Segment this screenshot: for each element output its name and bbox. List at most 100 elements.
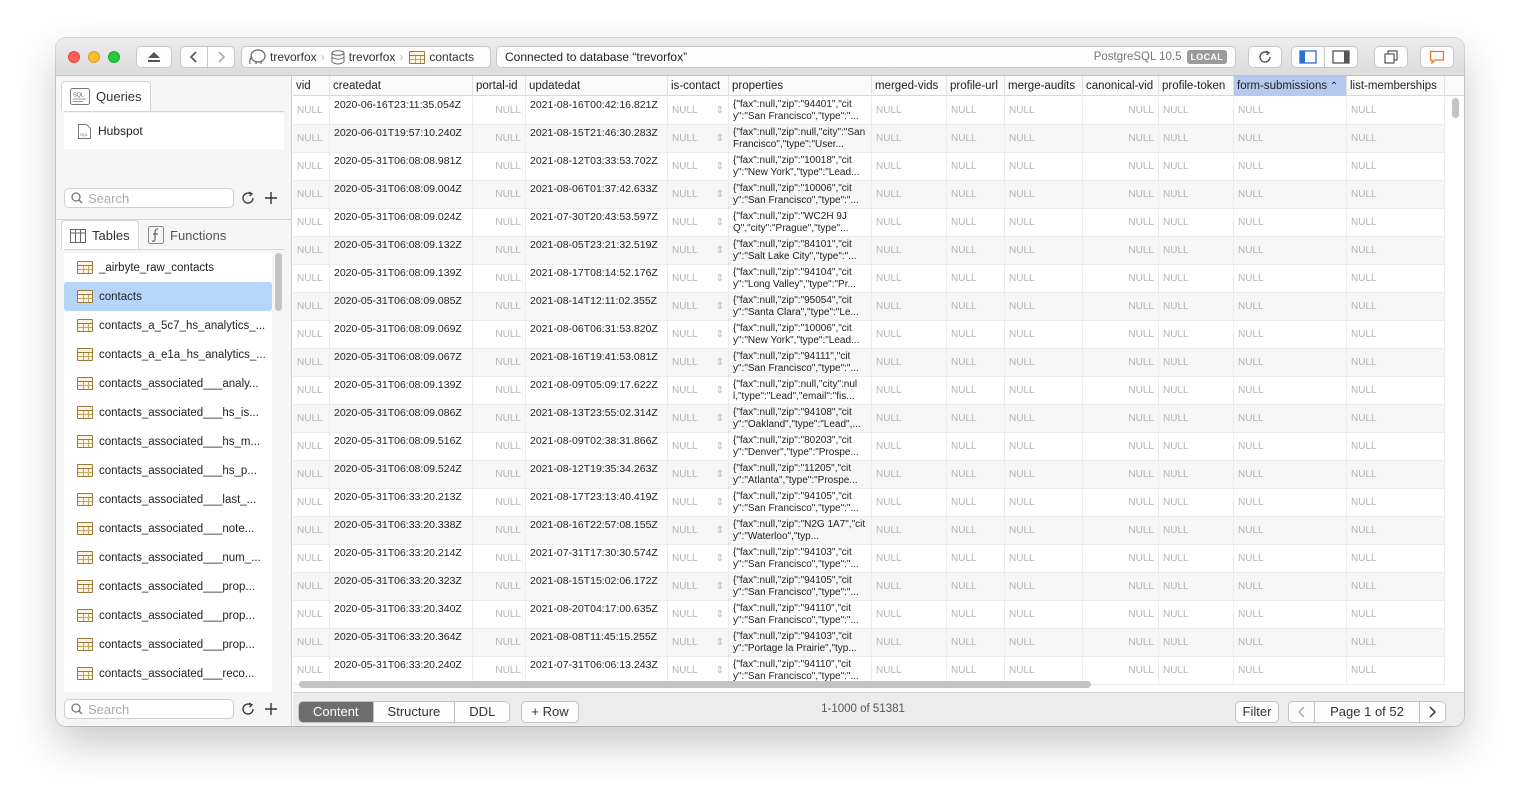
table-list-item[interactable]: contacts_associated___prop...	[64, 572, 272, 601]
cell-list-memberships[interactable]: NULL	[1347, 517, 1445, 545]
cell-list-memberships[interactable]: NULL	[1347, 461, 1445, 489]
cell-portal-id[interactable]: NULL	[473, 461, 526, 489]
cell-updatedat[interactable]: 2021-08-17T23:13:40.419Z	[526, 489, 668, 517]
cell-list-memberships[interactable]: NULL	[1347, 209, 1445, 237]
sidebar-scrollbar[interactable]	[275, 253, 282, 311]
cell-createdat[interactable]: 2020-05-31T06:33:20.338Z	[330, 517, 473, 545]
add-table-icon[interactable]	[264, 702, 278, 716]
cell-profile-url[interactable]: NULL	[947, 237, 1005, 265]
cell-merge-audits[interactable]: NULL	[1005, 461, 1083, 489]
cell-canonical-vid[interactable]: NULL	[1083, 97, 1159, 125]
cell-createdat[interactable]: 2020-05-31T06:33:20.340Z	[330, 601, 473, 629]
add-query-icon[interactable]	[264, 191, 278, 205]
cell-merge-audits[interactable]: NULL	[1005, 237, 1083, 265]
cell-portal-id[interactable]: NULL	[473, 265, 526, 293]
cell-merge-audits[interactable]: NULL	[1005, 545, 1083, 573]
cell-form-submissions[interactable]: NULL	[1234, 517, 1347, 545]
cell-updatedat[interactable]: 2021-08-15T15:02:06.172Z	[526, 573, 668, 601]
cell-merge-audits[interactable]: NULL	[1005, 97, 1083, 125]
cell-merge-audits[interactable]: NULL	[1005, 293, 1083, 321]
cell-createdat[interactable]: 2020-05-31T06:08:09.139Z	[330, 265, 473, 293]
cell-profile-url[interactable]: NULL	[947, 125, 1005, 153]
breadcrumb-database[interactable]: trevorfox	[325, 46, 400, 68]
cell-portal-id[interactable]: NULL	[473, 573, 526, 601]
cell-createdat[interactable]: 2020-05-31T06:08:09.085Z	[330, 293, 473, 321]
column-header-merged-vids[interactable]: merged-vids	[872, 76, 947, 96]
cell-vid[interactable]: NULL	[293, 545, 330, 573]
table-row[interactable]: NULL 2020-05-31T06:33:20.338Z NULL 2021-08-…	[293, 517, 1445, 545]
table-row[interactable]: NULL 2020-05-31T06:33:20.364Z NULL 2021-08-…	[293, 629, 1445, 657]
tab-content[interactable]: Content	[299, 702, 374, 722]
close-window-button[interactable]	[68, 51, 80, 63]
table-row[interactable]: NULL 2020-06-01T19:57:10.240Z NULL 2021-08-…	[293, 125, 1445, 153]
cell-merged-vids[interactable]: NULL	[872, 405, 947, 433]
cell-is-contact[interactable]: NULL ⇕	[668, 489, 729, 517]
boolean-stepper-icon[interactable]: ⇕	[716, 293, 724, 321]
cell-portal-id[interactable]: NULL	[473, 489, 526, 517]
table-list-item[interactable]: contacts_associated___reco...	[64, 659, 272, 688]
cell-form-submissions[interactable]: NULL	[1234, 629, 1347, 657]
cell-updatedat[interactable]: 2021-08-16T22:57:08.155Z	[526, 517, 668, 545]
cell-profile-url[interactable]: NULL	[947, 97, 1005, 125]
table-row[interactable]: NULL 2020-05-31T06:08:09.086Z NULL 2021-08-…	[293, 405, 1445, 433]
cell-merge-audits[interactable]: NULL	[1005, 125, 1083, 153]
cell-list-memberships[interactable]: NULL	[1347, 237, 1445, 265]
table-row[interactable]: NULL 2020-05-31T06:08:09.139Z NULL 2021-08-…	[293, 377, 1445, 405]
cell-merged-vids[interactable]: NULL	[872, 237, 947, 265]
cell-properties[interactable]: {"fax":null,"zip":"94110","city":"San Fr…	[729, 601, 872, 629]
cell-is-contact[interactable]: NULL ⇕	[668, 349, 729, 377]
cell-profile-url[interactable]: NULL	[947, 153, 1005, 181]
cell-form-submissions[interactable]: NULL	[1234, 321, 1347, 349]
cell-merged-vids[interactable]: NULL	[872, 125, 947, 153]
cell-list-memberships[interactable]: NULL	[1347, 657, 1445, 685]
cell-canonical-vid[interactable]: NULL	[1083, 265, 1159, 293]
cell-profile-url[interactable]: NULL	[947, 405, 1005, 433]
cell-profile-url[interactable]: NULL	[947, 377, 1005, 405]
cell-merge-audits[interactable]: NULL	[1005, 181, 1083, 209]
cell-list-memberships[interactable]: NULL	[1347, 489, 1445, 517]
cell-portal-id[interactable]: NULL	[473, 293, 526, 321]
cell-profile-url[interactable]: NULL	[947, 293, 1005, 321]
cell-vid[interactable]: NULL	[293, 461, 330, 489]
cell-properties[interactable]: {"fax":null,"zip":"94111","city":"San Fr…	[729, 349, 872, 377]
cell-is-contact[interactable]: NULL ⇕	[668, 181, 729, 209]
cell-profile-token[interactable]: NULL	[1159, 433, 1234, 461]
cell-profile-token[interactable]: NULL	[1159, 629, 1234, 657]
cell-list-memberships[interactable]: NULL	[1347, 181, 1445, 209]
minimize-window-button[interactable]	[88, 51, 100, 63]
cell-portal-id[interactable]: NULL	[473, 321, 526, 349]
cell-profile-token[interactable]: NULL	[1159, 489, 1234, 517]
cell-vid[interactable]: NULL	[293, 293, 330, 321]
cell-vid[interactable]: NULL	[293, 349, 330, 377]
cell-list-memberships[interactable]: NULL	[1347, 349, 1445, 377]
table-row[interactable]: NULL 2020-05-31T06:08:09.004Z NULL 2021-08-…	[293, 181, 1445, 209]
table-row[interactable]: NULL 2020-06-16T23:11:35.054Z NULL 2021-08-…	[293, 97, 1445, 125]
cell-merge-audits[interactable]: NULL	[1005, 377, 1083, 405]
cell-merged-vids[interactable]: NULL	[872, 545, 947, 573]
cell-canonical-vid[interactable]: NULL	[1083, 461, 1159, 489]
cell-canonical-vid[interactable]: NULL	[1083, 405, 1159, 433]
cell-canonical-vid[interactable]: NULL	[1083, 601, 1159, 629]
cell-profile-token[interactable]: NULL	[1159, 265, 1234, 293]
cell-updatedat[interactable]: 2021-08-06T01:37:42.633Z	[526, 181, 668, 209]
cell-profile-token[interactable]: NULL	[1159, 293, 1234, 321]
cell-merge-audits[interactable]: NULL	[1005, 349, 1083, 377]
cell-updatedat[interactable]: 2021-08-08T11:45:15.255Z	[526, 629, 668, 657]
cell-profile-url[interactable]: NULL	[947, 489, 1005, 517]
cell-updatedat[interactable]: 2021-08-17T08:14:52.176Z	[526, 265, 668, 293]
cell-properties[interactable]: {"fax":null,"zip":"94103","city":"Portag…	[729, 629, 872, 657]
cell-canonical-vid[interactable]: NULL	[1083, 545, 1159, 573]
cell-createdat[interactable]: 2020-06-01T19:57:10.240Z	[330, 125, 473, 153]
column-header-canonical-vid[interactable]: canonical-vid	[1083, 76, 1159, 96]
cell-portal-id[interactable]: NULL	[473, 405, 526, 433]
cell-properties[interactable]: {"fax":null,"zip":"94401","city":"San Fr…	[729, 97, 872, 125]
toggle-right-panel-button[interactable]	[1324, 46, 1358, 68]
cell-vid[interactable]: NULL	[293, 517, 330, 545]
cell-profile-url[interactable]: NULL	[947, 517, 1005, 545]
cell-profile-url[interactable]: NULL	[947, 433, 1005, 461]
cell-merge-audits[interactable]: NULL	[1005, 209, 1083, 237]
column-header-vid[interactable]: vid	[293, 76, 330, 96]
cell-portal-id[interactable]: NULL	[473, 153, 526, 181]
cell-canonical-vid[interactable]: NULL	[1083, 209, 1159, 237]
cell-list-memberships[interactable]: NULL	[1347, 265, 1445, 293]
